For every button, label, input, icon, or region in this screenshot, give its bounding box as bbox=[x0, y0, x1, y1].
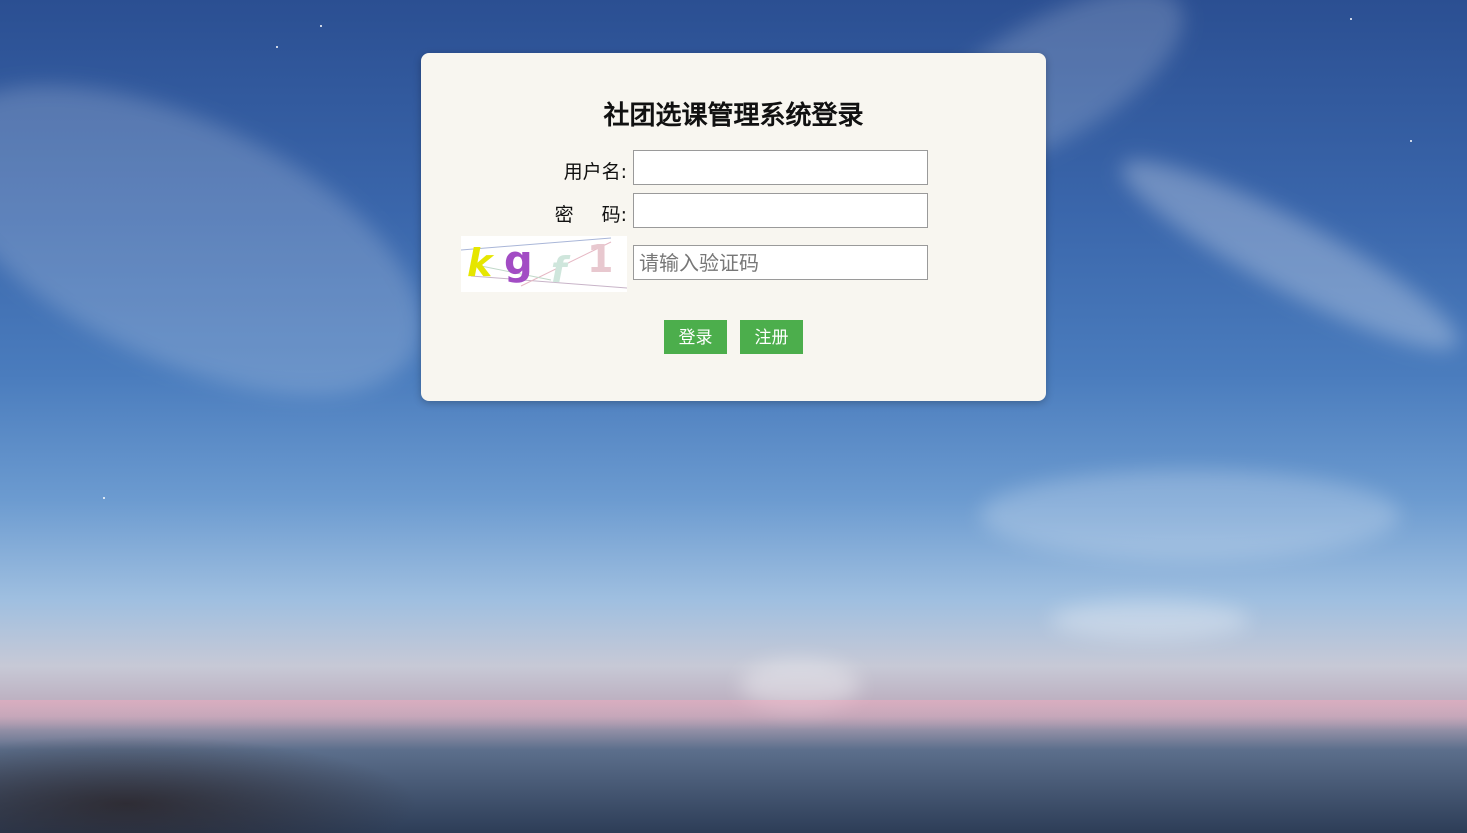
username-label: 用户名: bbox=[563, 161, 627, 183]
login-panel: 社团选课管理系统登录 用户名: 密 码: k g f 1 登录 注册 bbox=[421, 53, 1046, 401]
login-button[interactable]: 登录 bbox=[664, 320, 727, 354]
password-label-right: 码: bbox=[601, 204, 627, 226]
password-label: 密 码: bbox=[507, 200, 627, 227]
horizon-glow bbox=[0, 700, 1467, 730]
captcha-char: g bbox=[504, 238, 533, 284]
captcha-input[interactable] bbox=[633, 245, 928, 280]
star bbox=[1350, 18, 1352, 20]
captcha-char: f bbox=[551, 250, 571, 291]
cloud bbox=[0, 21, 467, 459]
register-button[interactable]: 注册 bbox=[740, 320, 803, 354]
star bbox=[320, 25, 322, 27]
cloud bbox=[980, 470, 1400, 560]
captcha-image[interactable]: k g f 1 bbox=[461, 236, 627, 292]
password-input[interactable] bbox=[633, 193, 928, 228]
page-title: 社团选课管理系统登录 bbox=[603, 101, 864, 131]
cloud bbox=[1050, 600, 1250, 640]
cloud bbox=[1105, 134, 1467, 376]
shore-rocks bbox=[0, 735, 420, 833]
star bbox=[1410, 140, 1412, 142]
username-input[interactable] bbox=[633, 150, 928, 185]
captcha-char: k bbox=[467, 241, 495, 285]
star bbox=[103, 497, 105, 499]
star bbox=[276, 46, 278, 48]
password-label-left: 密 bbox=[554, 204, 574, 226]
captcha-char: 1 bbox=[587, 237, 613, 281]
